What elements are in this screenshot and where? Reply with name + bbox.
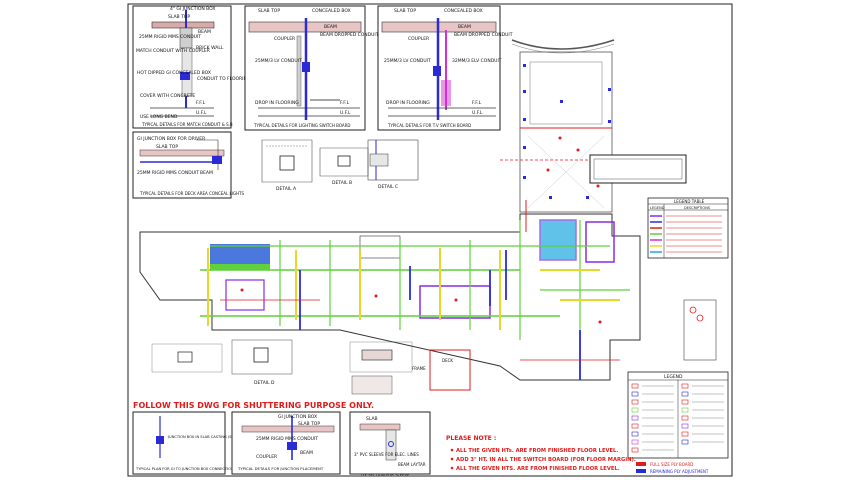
detail-c-label: DETAIL C [378,184,398,190]
lsb-caption: TYPICAL DETAILS FOR LIGHTING SWITCH BOAR… [253,123,351,128]
gi-label-8: COVER WITH CONCRETE [140,93,195,99]
ply-legend-0: FULL SIZE PLY BOARD [650,462,693,467]
lsb-label-6: DROP IN FLOORING [255,100,299,106]
gi-label-3: 25MM RIGID MMS CONDUIT [139,34,201,40]
gi-label-6: HOT DIPPED GI CONCEALED BOX [137,70,211,76]
driver-label-1: SLAB TOP [156,144,178,150]
gi-label-9: USE LONG BEND [140,114,178,120]
driver-label-2: 25MM RIGID MMS CONDUIT [137,170,199,176]
cad-drawing: 4" GI JUNCTION BOX SLAB TOP BEAM 25MM RI… [0,0,860,480]
tv-label-9: U.F.L [472,110,483,116]
legend-table: LEGEND TABLE LEGEND DESCRIPTIONS [647,197,729,259]
driver-label-0: GI JUNCTION BOX FOR DRIVER [137,136,205,142]
shuttering-note: FOLLOW THIS DWG FOR SHUTTERING PURPOSE O… [133,401,374,410]
detail-b-label: DETAIL B [332,180,352,186]
gi-caption: TYPICAL DETAILS FOR MATCH CONDUIT & S.B [141,122,233,127]
detail-driver-box: GI JUNCTION BOX FOR DRIVER SLAB TOP 25MM… [132,131,244,199]
tv-label-3: COUPLER [408,36,429,42]
detail-d-label: DETAIL D [254,380,275,386]
detail-lighting-switch-board: SLAB TOP CONCEALED BOX BEAM COUPLER BEAM… [244,5,379,131]
gi-label-5: MATCH CONDUIT WITH COUPLER [136,48,210,54]
deck-label: DECK [442,358,453,363]
sleeve-label-0: SLAB [366,416,378,422]
gi-label-10: F.F.L [196,100,206,106]
gi-label-0: 4" GI JUNCTION BOX [170,6,216,12]
tv-label-0: SLAB TOP [394,8,416,14]
jp-label-0: GI JUNCTION BOX [278,414,317,420]
tv-label-1: CONCEALED BOX [444,8,483,14]
jp-caption: TYPICAL DETAILS FOR JUNCTION PLACEMENT [237,466,324,471]
lsb-label-5: 25MM/3 LV CONDUIT [255,58,302,64]
legend-table-col-1: DESCRIPTIONS [684,206,711,210]
tv-label-5: 25MM/3 LV CONDUIT [384,58,431,64]
sleeve-caption: TYP SECTION FOR SLEEVE [359,472,410,477]
tv-label-6: 32MM/3 ELV CONDUIT [452,58,502,64]
sleeve-label-1: 3" PVC SLEEVE FOR ELEC. LINES [354,452,419,457]
frame-label: FRAME [412,366,426,371]
tv-label-7: DROP IN FLOORING [386,100,430,106]
plan-gi-caption: TYPICAL PLAN FOR GI TO JUNCTION BOX CONN… [135,467,234,471]
legend-main: LEGEND [627,371,729,459]
lsb-label-1: CONCEALED BOX [312,8,351,14]
detail-a-label: DETAIL A [276,186,297,192]
jp-label-2: 25MM RIGID MMS CONDUIT [256,436,318,442]
note-item-2: ALL THE GIVEN HTS. ARE FROM FINISHED FLO… [456,466,620,472]
gi-label-11: U.F.L [196,110,207,116]
lsb-label-8: U.F.L [340,110,351,116]
jp-label-1: SLAB TOP [298,421,320,427]
driver-label-3: BEAM [200,170,213,176]
note-item-1: ADD 3" HT. IN ALL THE SWITCH BOARD (FOR … [456,457,636,463]
tv-label-2: BEAM [458,24,471,30]
tv-caption: TYPICAL DETAILS FOR T.V SWITCH BOARD [387,123,471,128]
lsb-label-3: COUPLER [274,36,295,42]
gi-label-7: CONDUIT TO FLOORING [197,76,251,82]
sleeve-label-2: BEAM LAYTAR [398,462,426,467]
legend-main-title: LEGEND [664,374,683,380]
tv-label-8: F.F.L [472,100,482,106]
detail-sleeve: SLAB 3" PVC SLEEVE FOR ELEC. LINES BEAM … [349,411,431,477]
lsb-label-2: BEAM [324,24,337,30]
jp-label-3: COUPLER [256,454,277,460]
legend-table-col-0: LEGEND [650,206,665,210]
lsb-label-7: F.F.L [340,100,350,106]
jp-label-4: BEAM [300,450,313,456]
lsb-label-4: BEAM DROPPED CONDUIT [320,32,379,38]
legend-table-title: LEGEND TABLE [674,199,705,204]
detail-tv-switch-board: SLAB TOP CONCEALED BOX BEAM COUPLER BEAM… [377,5,513,131]
tv-label-4: BEAM DROPPED CONDUIT [454,32,513,38]
lsb-label-0: SLAB TOP [258,8,280,14]
driver-caption: TYPICAL DETAILS FOR DECK AREA CONCEAL LI… [139,191,244,196]
detail-junction-placement: GI JUNCTION BOX SLAB TOP 25MM RIGID MMS … [231,411,341,475]
ply-legend-1: REMAINING PLY ADJUSTMENT [650,469,709,474]
gi-label-1: SLAB TOP [168,14,190,20]
notes-title: PLEASE NOTE : [446,435,496,442]
note-item-0: ALL THE GIVEN HTs. ARE FROM FINISHED FLO… [456,448,618,454]
